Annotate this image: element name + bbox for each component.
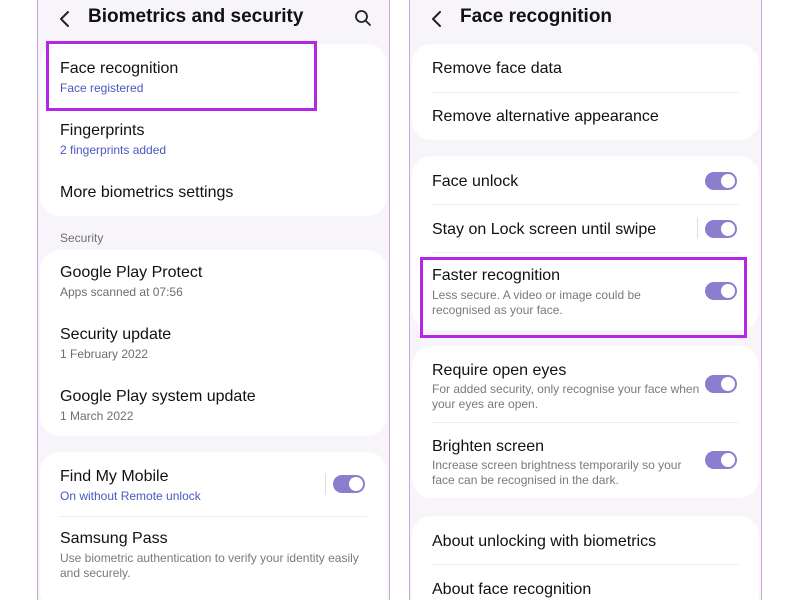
- more-biometrics-item[interactable]: More biometrics settings: [40, 168, 387, 216]
- brighten-screen-item[interactable]: Brighten screen Increase screen brightne…: [412, 422, 759, 498]
- about-face-recognition-item[interactable]: About face recognition: [412, 564, 759, 600]
- brighten-screen-toggle[interactable]: [705, 451, 737, 469]
- play-protect-title: Google Play Protect: [60, 264, 203, 281]
- about-unlocking-title: About unlocking with biometrics: [432, 533, 657, 550]
- samsung-pass-description: Use biometric authentication to verify y…: [60, 551, 359, 580]
- stay-on-lock-toggle[interactable]: [705, 220, 737, 238]
- security-card: Google Play Protect Apps scanned at 07:5…: [40, 250, 387, 436]
- brighten-screen-description: Increase screen brightness temporarily s…: [432, 458, 682, 487]
- require-open-eyes-title: Require open eyes: [432, 362, 567, 379]
- fingerprints-status: 2 fingerprints added: [60, 143, 167, 157]
- security-update-title: Security update: [60, 326, 172, 343]
- account-card: Find My Mobile On without Remote unlock …: [40, 452, 387, 600]
- faster-recognition-highlight: [420, 257, 747, 338]
- about-unlocking-item[interactable]: About unlocking with biometrics: [412, 516, 759, 564]
- recognition-options-card: Require open eyes For added security, on…: [412, 346, 759, 498]
- samsung-pass-title: Samsung Pass: [60, 530, 168, 547]
- fingerprints-title: Fingerprints: [60, 122, 145, 139]
- stay-on-lock-item[interactable]: Stay on Lock screen until swipe: [412, 204, 759, 252]
- stay-on-lock-title: Stay on Lock screen until swipe: [432, 221, 657, 238]
- remove-alt-appearance-item[interactable]: Remove alternative appearance: [412, 92, 759, 140]
- vertical-divider: [697, 217, 698, 239]
- remove-alt-appearance-title: Remove alternative appearance: [432, 108, 659, 125]
- face-unlock-item[interactable]: Face unlock: [412, 156, 759, 204]
- play-protect-item[interactable]: Google Play Protect Apps scanned at 07:5…: [40, 250, 387, 312]
- app-bar: Biometrics and security: [38, 0, 389, 38]
- fingerprints-item[interactable]: Fingerprints 2 fingerprints added: [40, 110, 387, 168]
- face-unlock-title: Face unlock: [432, 173, 519, 190]
- remove-face-data-title: Remove face data: [432, 60, 562, 77]
- samsung-pass-item[interactable]: Samsung Pass Use biometric authenticatio…: [40, 516, 387, 600]
- security-section-label: Security: [60, 231, 104, 245]
- find-my-mobile-toggle[interactable]: [333, 475, 365, 493]
- security-update-item[interactable]: Security update 1 February 2022: [40, 312, 387, 374]
- play-system-update-date: 1 March 2022: [60, 409, 134, 423]
- brighten-screen-title: Brighten screen: [432, 438, 545, 455]
- back-arrow-icon[interactable]: [428, 9, 446, 29]
- remove-face-data-item[interactable]: Remove face data: [412, 44, 759, 92]
- back-arrow-icon[interactable]: [56, 9, 74, 29]
- require-open-eyes-item[interactable]: Require open eyes For added security, on…: [412, 346, 759, 422]
- face-recognition-highlight: [46, 41, 317, 111]
- require-open-eyes-description: For added security, only recognise your …: [432, 382, 700, 411]
- play-protect-status: Apps scanned at 07:56: [60, 285, 183, 299]
- find-my-mobile-item[interactable]: Find My Mobile On without Remote unlock: [40, 452, 387, 516]
- about-face-recognition-title: About face recognition: [432, 581, 592, 598]
- face-data-card: Remove face data Remove alternative appe…: [412, 44, 759, 140]
- page-title: Biometrics and security: [88, 6, 304, 27]
- security-update-date: 1 February 2022: [60, 347, 149, 361]
- page-title: Face recognition: [460, 6, 613, 27]
- require-open-eyes-toggle[interactable]: [705, 375, 737, 393]
- play-system-update-item[interactable]: Google Play system update 1 March 2022: [40, 374, 387, 436]
- find-my-mobile-status: On without Remote unlock: [60, 489, 201, 503]
- face-recognition-screen: Face recognition Remove face data Remove…: [409, 0, 762, 600]
- about-card: About unlocking with biometrics About fa…: [412, 516, 759, 600]
- biometrics-security-screen: Biometrics and security Face recognition…: [37, 0, 390, 600]
- face-unlock-toggle[interactable]: [705, 172, 737, 190]
- find-my-mobile-title: Find My Mobile: [60, 468, 169, 485]
- more-biometrics-title: More biometrics settings: [60, 184, 234, 201]
- search-icon[interactable]: [353, 8, 373, 28]
- app-bar: Face recognition: [410, 0, 761, 38]
- play-system-update-title: Google Play system update: [60, 388, 256, 405]
- vertical-divider: [325, 473, 326, 495]
